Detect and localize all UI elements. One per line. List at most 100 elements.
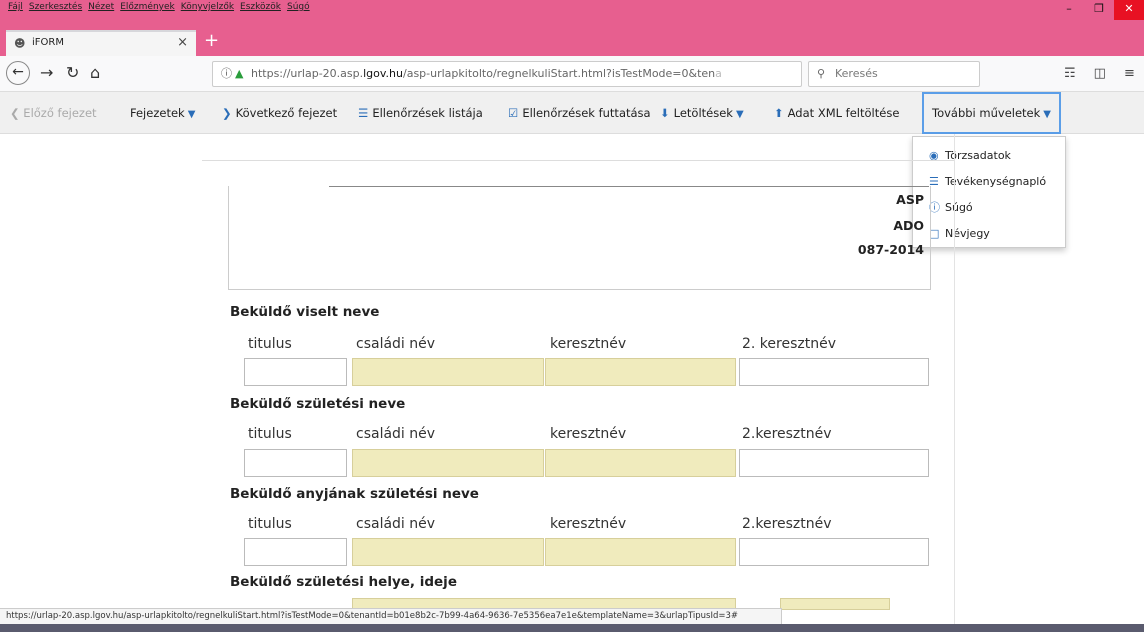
next-chapter-button[interactable]: ❯ Következő fejezet <box>222 92 337 134</box>
field-label: titulus <box>248 336 292 352</box>
family-name-input[interactable] <box>352 358 544 386</box>
form-header-line <box>329 186 929 187</box>
status-bar-url: https://urlap-20.asp.lgov.hu/asp-urlapki… <box>0 608 782 624</box>
content-divider <box>202 160 954 161</box>
url-domain: lgov.hu <box>363 67 403 80</box>
checks-list-button[interactable]: ☰ Ellenőrzések listája <box>358 92 483 134</box>
menu-item-activity-log[interactable]: ☰ Tevékenységnapló <box>913 169 1065 195</box>
tab-title: iFORM <box>32 37 64 48</box>
new-tab-button[interactable]: + <box>204 30 219 52</box>
user-icon: ☻ <box>14 37 26 50</box>
birth-date-input[interactable] <box>780 598 890 610</box>
lock-icon: ▲ <box>235 67 244 80</box>
field-label: 2.keresztnév <box>742 426 832 442</box>
back-button[interactable]: ← <box>6 61 30 85</box>
home-icon[interactable]: ⌂ <box>90 63 100 83</box>
search-placeholder: Keresés <box>835 67 878 80</box>
chevron-right-icon: ❯ <box>222 106 232 120</box>
title-input[interactable] <box>244 449 347 477</box>
menu-tools[interactable]: Eszközök <box>240 2 281 12</box>
more-actions-button[interactable]: További műveletek ▼ <box>922 92 1061 134</box>
reload-button[interactable]: ↻ <box>66 63 79 83</box>
url-fade: a <box>715 67 722 80</box>
title-bar: Fájl Szerkesztés Nézet Előzmények Könyvj… <box>0 0 1144 28</box>
menu-bar: Fájl Szerkesztés Nézet Előzmények Könyvj… <box>8 2 310 12</box>
family-name-input[interactable] <box>352 538 544 566</box>
url-bar[interactable]: ⓘ ▲ https://urlap-20.asp.lgov.hu/asp-url… <box>212 61 802 87</box>
title-input[interactable] <box>244 358 347 386</box>
second-given-name-input[interactable] <box>739 449 929 477</box>
section-title: Beküldő születési neve <box>230 396 406 412</box>
forward-button[interactable]: → <box>40 63 53 83</box>
form-code-asp: ASP <box>896 192 924 207</box>
menu-file[interactable]: Fájl <box>8 2 23 12</box>
url-path: /asp-urlapkitolto/regnelkuliStart.html?i… <box>403 67 716 80</box>
given-name-input[interactable] <box>545 538 736 566</box>
library-icon[interactable]: ☶ <box>1064 66 1076 81</box>
checkbox-icon: ☑ <box>508 106 519 120</box>
overflow-menu-icon[interactable]: ≡ <box>1124 66 1135 81</box>
run-checks-button[interactable]: ☑ Ellenőrzések futtatása <box>508 92 651 134</box>
search-icon: ⚲ <box>817 67 826 80</box>
field-label: titulus <box>248 426 292 442</box>
menu-bookmarks[interactable]: Könyvjelzők <box>181 2 234 12</box>
form-header-box: ASP ADO 087-2014 <box>228 186 931 290</box>
family-name-input[interactable] <box>352 449 544 477</box>
chevron-down-icon: ▼ <box>735 109 744 120</box>
browser-tools: ☶ ◫ ≡ <box>1064 66 1135 81</box>
field-label: keresztnév <box>550 336 627 352</box>
menu-edit[interactable]: Szerkesztés <box>29 2 82 12</box>
search-input[interactable]: ⚲ Keresés <box>808 61 980 87</box>
form-code-ado: ADO <box>893 218 924 233</box>
menu-history[interactable]: Előzmények <box>120 2 175 12</box>
second-given-name-input[interactable] <box>739 538 929 566</box>
given-name-input[interactable] <box>545 449 736 477</box>
title-input[interactable] <box>244 538 347 566</box>
menu-item-about[interactable]: □ Névjegy <box>913 221 1065 247</box>
section-title: Beküldő születési helye, ideje <box>230 574 457 590</box>
field-label: titulus <box>248 516 292 532</box>
chapters-button[interactable]: Fejezetek ▼ <box>130 92 195 134</box>
sidebar-icon[interactable]: ◫ <box>1094 66 1106 81</box>
side-column-divider <box>954 134 955 624</box>
chevron-down-icon: ▼ <box>1043 109 1051 120</box>
menu-item-help[interactable]: ⓘ Súgó <box>913 195 1065 221</box>
section-title: Beküldő anyjának születési neve <box>230 486 479 502</box>
upload-xml-button[interactable]: ⬆ Adat XML feltöltése <box>774 92 899 134</box>
navigation-bar: ← → ↻ ⌂ ⓘ ▲ https://urlap-20.asp.lgov.hu… <box>0 56 1144 92</box>
list-icon: ☰ <box>929 175 939 188</box>
menu-item-master-data[interactable]: ◉ Törzsadatok <box>913 143 1065 169</box>
field-label: családi név <box>356 516 436 532</box>
list-icon: ☰ <box>358 106 369 120</box>
window-controls: – ❐ ✕ <box>1054 0 1144 20</box>
section-title: Beküldő viselt neve <box>230 304 380 320</box>
tab-close-button[interactable]: × <box>177 32 188 54</box>
url-prefix: https://urlap-20.asp. <box>251 67 364 80</box>
question-icon: ⓘ <box>929 201 940 214</box>
more-actions-menu: ◉ Törzsadatok ☰ Tevékenységnapló ⓘ Súgó □ Né… <box>912 136 1066 248</box>
browser-tab[interactable]: ☻ iFORM × <box>6 30 196 56</box>
form-toolbar: ❮ Előző fejezet Fejezetek ▼ ❯ Következő fe… <box>0 92 1144 134</box>
close-window-button[interactable]: ✕ <box>1114 0 1144 20</box>
previous-chapter-button[interactable]: ❮ Előző fejezet <box>10 92 97 134</box>
menu-view[interactable]: Nézet <box>88 2 114 12</box>
card-icon: □ <box>929 227 940 240</box>
download-icon: ⬇ <box>660 106 670 120</box>
menu-help[interactable]: Súgó <box>287 2 310 12</box>
info-icon[interactable]: ⓘ <box>221 62 232 86</box>
user-circle-icon: ◉ <box>929 149 939 162</box>
field-label: 2.keresztnév <box>742 516 832 532</box>
restore-button[interactable]: ❐ <box>1084 0 1114 20</box>
field-label: 2. keresztnév <box>742 336 836 352</box>
upload-icon: ⬆ <box>774 106 784 120</box>
field-label: keresztnév <box>550 426 627 442</box>
second-given-name-input[interactable] <box>739 358 929 386</box>
minimize-button[interactable]: – <box>1054 0 1084 20</box>
field-label: családi név <box>356 426 436 442</box>
chevron-down-icon: ▼ <box>187 109 196 120</box>
chevron-left-icon: ❮ <box>10 106 24 120</box>
field-label: családi név <box>356 336 436 352</box>
downloads-button[interactable]: ⬇ Letöltések ▼ <box>660 92 744 134</box>
field-label: keresztnév <box>550 516 627 532</box>
given-name-input[interactable] <box>545 358 736 386</box>
